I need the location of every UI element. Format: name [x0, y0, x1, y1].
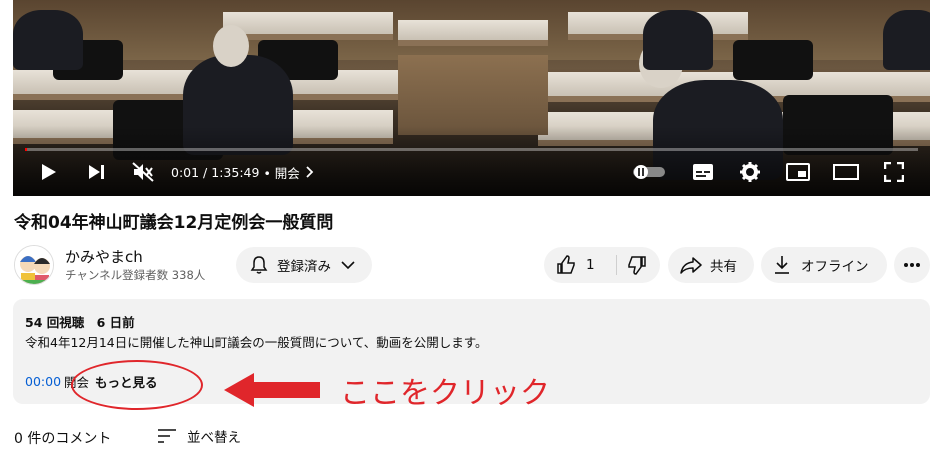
subscriber-count: チャンネル登録者数 338人: [65, 268, 206, 282]
more-actions-button[interactable]: [894, 247, 930, 283]
play-button[interactable]: [35, 156, 63, 188]
progress-fill: [25, 148, 27, 151]
miniplayer-button[interactable]: [783, 156, 813, 188]
theater-mode-button[interactable]: [831, 156, 861, 188]
settings-button[interactable]: [735, 156, 765, 188]
share-label: 共有: [710, 259, 737, 275]
volume-muted-icon: [132, 162, 154, 182]
thumbs-up-icon: [557, 255, 575, 274]
subtitles-icon: [693, 164, 713, 180]
bell-icon: [250, 256, 268, 274]
time-separator: /: [199, 164, 212, 180]
channel-name[interactable]: かみやまch: [65, 246, 143, 267]
more-horizontal-icon: [904, 263, 920, 267]
channel-avatar[interactable]: [14, 245, 54, 285]
comment-count: 0 件のコメント: [14, 431, 112, 447]
avatar-image: [15, 246, 53, 284]
sort-comments-button[interactable]: 並べ替え: [157, 425, 241, 447]
video-player[interactable]: 0:01 / 1:35:49 • 開会: [13, 0, 930, 196]
fullscreen-button[interactable]: [879, 156, 909, 188]
annotation-text: ここをクリック: [340, 376, 550, 411]
player-controls: 0:01 / 1:35:49 • 開会: [13, 156, 930, 188]
thumbs-down-icon: [628, 256, 646, 275]
current-time: 0:01: [171, 164, 200, 180]
miniplayer-icon: [786, 163, 810, 181]
next-icon: [89, 165, 104, 179]
chevron-right-icon: [306, 166, 314, 178]
youtube-watch-page: 0:01 / 1:35:49 • 開会 令和04年神山町議会12月定例会一般質問…: [0, 0, 942, 465]
chevron-down-icon: [341, 261, 355, 270]
sort-label: 並べ替え: [187, 430, 241, 446]
dislike-button[interactable]: [622, 247, 652, 283]
download-icon: [775, 256, 789, 274]
like-count: 1: [586, 257, 595, 273]
view-count: 54 回視聴: [25, 315, 85, 330]
like-dislike-group: 1: [544, 247, 660, 283]
share-icon: [680, 257, 702, 274]
theater-mode-icon: [833, 164, 859, 180]
like-button[interactable]: 1: [556, 247, 595, 283]
sort-icon: [158, 429, 176, 443]
annotation-arrow: [224, 373, 320, 407]
subscribed-label: 登録済み: [277, 259, 331, 275]
gear-icon: [740, 162, 760, 182]
offline-download-button[interactable]: オフライン: [761, 247, 887, 283]
autoplay-toggle[interactable]: [631, 156, 667, 188]
subtitles-button[interactable]: [688, 156, 718, 188]
share-button[interactable]: 共有: [668, 247, 754, 283]
progress-bar[interactable]: [25, 148, 918, 151]
video-title: 令和04年神山町議会12月定例会一般質問: [14, 213, 334, 233]
mute-button[interactable]: [128, 156, 158, 188]
view-info: 54 回視聴 6 日前: [25, 312, 135, 331]
subscribed-button[interactable]: 登録済み: [236, 247, 372, 283]
autoplay-toggle-icon: [633, 165, 665, 179]
chapter-title[interactable]: • 開会: [263, 163, 299, 182]
duration: 1:35:49: [211, 164, 260, 180]
time-display: 0:01 / 1:35:49 • 開会: [171, 156, 315, 188]
like-divider: [616, 255, 617, 275]
next-button[interactable]: [83, 156, 111, 188]
chapter-timestamp-link[interactable]: 00:00: [25, 374, 61, 389]
fullscreen-icon: [884, 162, 904, 182]
upload-date: 6 日前: [96, 315, 135, 330]
play-icon: [42, 164, 56, 180]
offline-label: オフライン: [801, 259, 869, 275]
description-text: 令和4年12月14日に開催した神山町議会の一般質問について、動画を公開します。: [25, 335, 488, 350]
annotation-circle: [71, 360, 203, 410]
